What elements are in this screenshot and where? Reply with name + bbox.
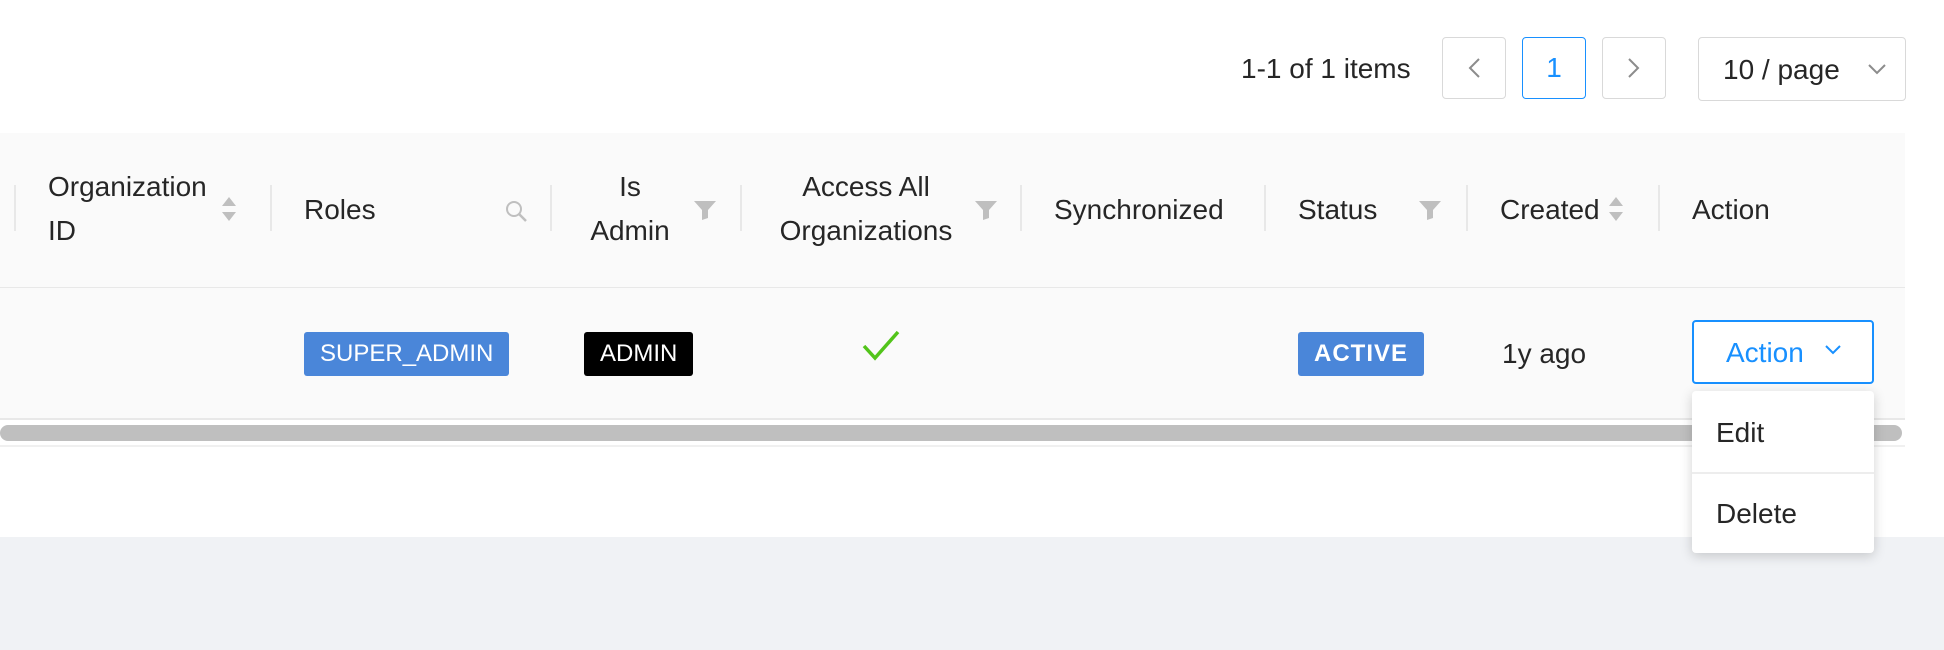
created-time: 1y ago (1502, 338, 1587, 369)
chevron-left-icon (1468, 58, 1480, 78)
column-header-synchronized: Synchronized (1054, 194, 1224, 225)
menu-item-edit[interactable]: Edit (1716, 417, 1764, 449)
status-badge: ACTIVE (1298, 332, 1425, 376)
column-header-access-all-organizations: Access All Organizations (779, 171, 953, 246)
role-tag: SUPER_ADMIN (304, 332, 510, 376)
prev-page-button[interactable] (1442, 37, 1506, 99)
sort-icon[interactable] (220, 195, 238, 223)
table-bottom-divider (0, 445, 1905, 447)
sort-icon[interactable] (1607, 195, 1625, 223)
column-divider (1264, 185, 1266, 231)
page-size-value: 10 / page (1723, 54, 1840, 85)
action-button-label: Action (1726, 337, 1804, 368)
pagination-total: 1-1 of 1 items (1241, 53, 1411, 84)
column-divider (1466, 185, 1468, 231)
chevron-down-icon (1868, 64, 1886, 75)
column-header-is-admin: Is Admin (590, 171, 670, 246)
column-divider (270, 185, 272, 231)
admin-tag: ADMIN (584, 332, 694, 376)
column-divider (740, 185, 742, 231)
menu-divider (1692, 472, 1874, 474)
column-header-created[interactable]: Created (1500, 188, 1600, 232)
filter-icon[interactable] (693, 199, 717, 221)
column-header-action: Action (1692, 194, 1770, 225)
chevron-right-icon (1628, 58, 1640, 78)
table-header: Organization ID Roles Is Admin Access Al… (0, 133, 1905, 288)
column-divider (14, 185, 16, 231)
search-icon[interactable] (504, 199, 528, 223)
column-divider (1020, 185, 1022, 231)
filter-icon[interactable] (974, 199, 998, 221)
page-size-select[interactable]: 10 / page (1698, 37, 1906, 101)
column-divider (550, 185, 552, 231)
action-dropdown-menu: Edit Delete (1692, 391, 1874, 553)
action-dropdown-button[interactable]: Action (1692, 320, 1874, 384)
column-header-roles: Roles (304, 194, 376, 225)
checkmark-icon (862, 330, 900, 361)
horizontal-scrollbar[interactable] (0, 425, 1902, 441)
users-table-card: 1-1 of 1 items 1 10 / page Organization … (0, 0, 1944, 537)
column-header-status: Status (1298, 194, 1378, 225)
menu-item-delete[interactable]: Delete (1716, 498, 1797, 530)
page-1-button[interactable]: 1 (1522, 37, 1586, 99)
next-page-button[interactable] (1602, 37, 1666, 99)
filter-icon[interactable] (1418, 199, 1442, 221)
chevron-down-icon (1825, 345, 1841, 355)
pagination: 1-1 of 1 items 1 10 / page (0, 37, 1906, 101)
column-header-organization-id[interactable]: Organization ID (48, 165, 207, 253)
table-row: SUPER_ADMIN ADMIN ACTIVE 1y ago (0, 288, 1905, 420)
column-divider (1658, 185, 1660, 231)
